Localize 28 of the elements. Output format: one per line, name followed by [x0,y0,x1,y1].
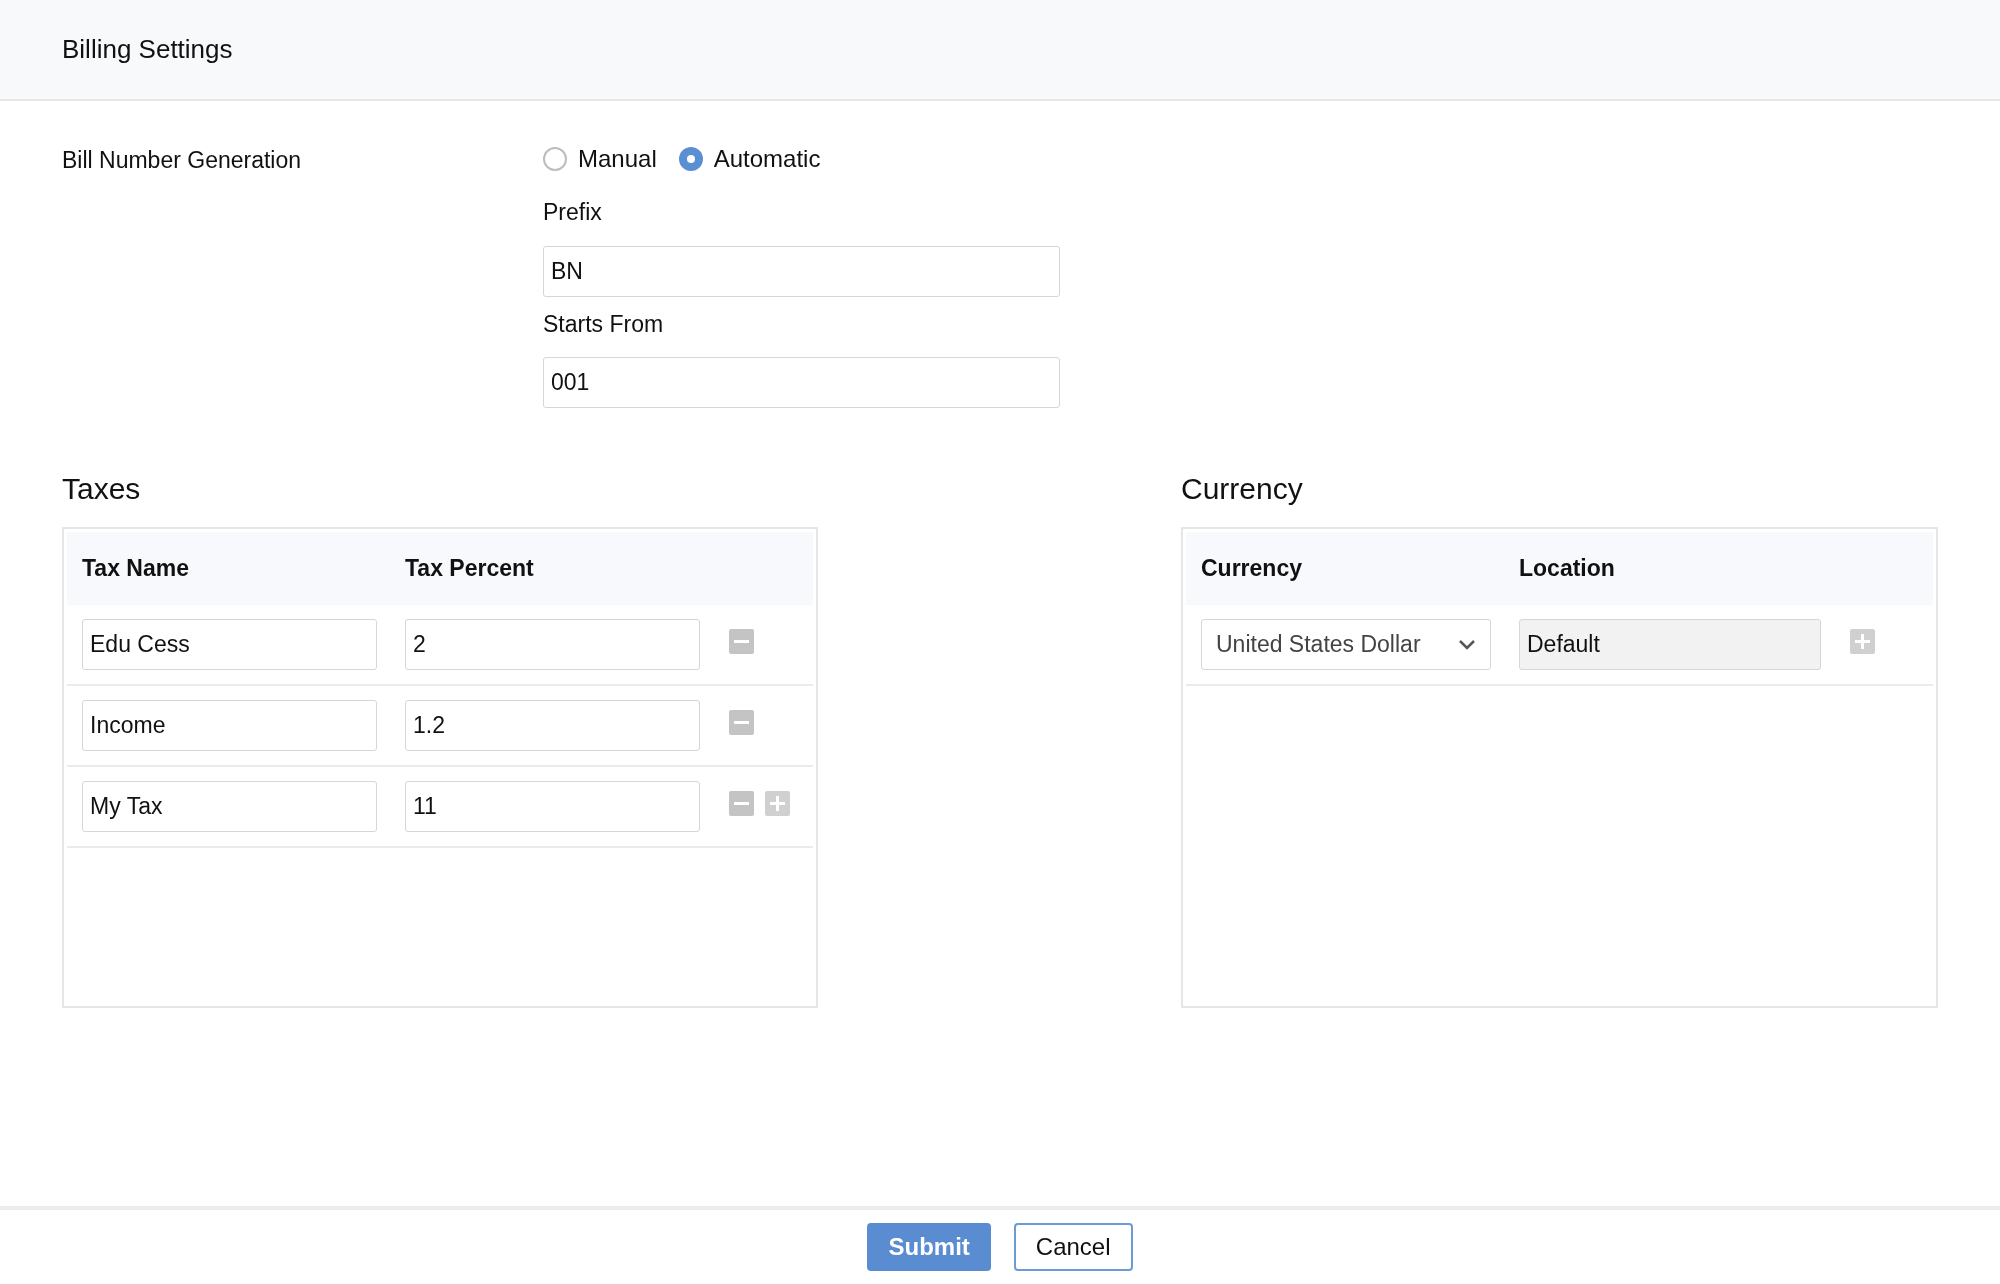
text-input[interactable]: Income [82,700,377,751]
cancel-button[interactable]: Cancel [1013,1223,1133,1271]
text-input[interactable]: 1.2 [405,700,700,751]
text-input[interactable]: 11 [405,781,700,832]
column-header: Tax Percent [405,554,535,584]
field-label: Bill Number Generation [62,146,303,175]
column-header: Location [1519,554,1616,584]
page-title: Billing Settings [62,33,233,66]
chevron-down-icon [1458,638,1476,651]
radio-option[interactable]: Automatic [678,141,821,177]
column-header: Tax Name [82,554,190,584]
text-input[interactable]: BN [543,245,1060,297]
text-input[interactable]: My Tax [82,781,377,832]
text-input[interactable]: 2 [405,619,700,670]
field-label: Prefix [543,198,603,227]
remove-icon[interactable] [729,629,754,654]
radio-option[interactable]: Manual [543,141,657,177]
add-icon[interactable] [765,791,790,816]
section-title: Taxes [62,471,142,507]
currency-dropdown[interactable]: United States Dollar [1201,619,1491,670]
column-header: Currency [1201,554,1303,584]
text-input[interactable]: 001 [543,357,1060,408]
section-title: Currency [1181,471,1304,507]
text-input[interactable]: Edu Cess [82,619,377,670]
field-label: Starts From [543,309,665,339]
remove-icon[interactable] [729,791,754,816]
add-icon[interactable] [1850,629,1875,654]
remove-icon[interactable] [729,710,754,735]
